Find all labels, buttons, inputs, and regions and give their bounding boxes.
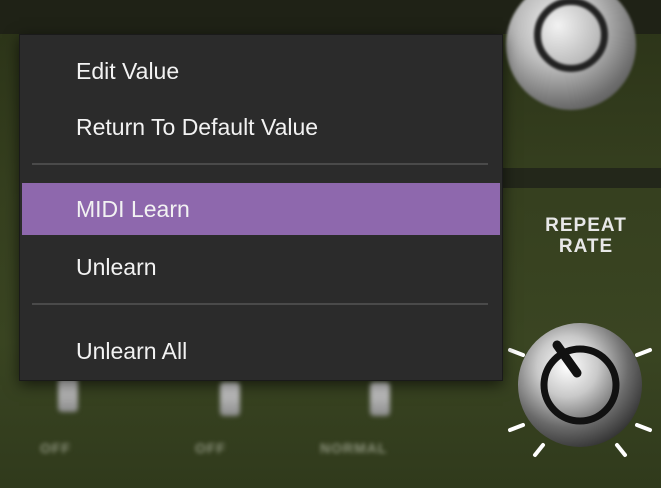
menu-item-return-to-default[interactable]: Return To Default Value (22, 101, 500, 153)
repeat-rate-knob[interactable] (505, 315, 655, 465)
top-knob[interactable] (506, 0, 636, 110)
repeat-rate-label: REPEAT RATE (512, 215, 660, 257)
menu-item-unlearn[interactable]: Unlearn (22, 241, 500, 293)
switch-3[interactable] (370, 382, 390, 416)
switch-1[interactable] (58, 378, 78, 412)
menu-separator (32, 303, 488, 305)
switch-label-3: NORMAL (320, 440, 388, 456)
menu-item-midi-learn[interactable]: MIDI Learn (22, 183, 500, 235)
switch-label-1: OFF (40, 440, 71, 456)
menu-item-unlearn-all[interactable]: Unlearn All (22, 325, 500, 377)
switch-label-2: OFF (195, 440, 226, 456)
switch-2[interactable] (220, 382, 240, 416)
panel-divider (500, 168, 661, 188)
menu-separator (32, 163, 488, 165)
repeat-label-line2: RATE (558, 236, 614, 257)
repeat-label-line1: REPEAT (545, 215, 627, 236)
context-menu: Edit Value Return To Default Value MIDI … (19, 34, 503, 381)
menu-item-edit-value[interactable]: Edit Value (22, 45, 500, 97)
